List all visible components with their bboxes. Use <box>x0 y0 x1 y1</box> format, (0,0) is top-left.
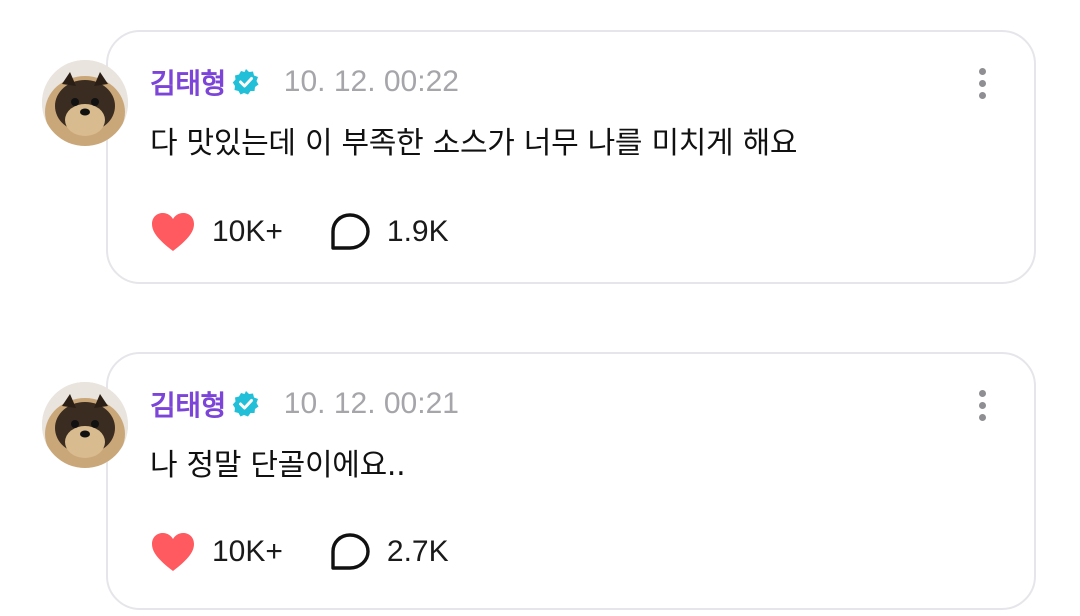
speech-bubble-icon <box>329 212 371 252</box>
post-card: 김태형 10. 12. 00:22 다 맛있는데 이 부족한 소스가 너무 나를… <box>42 30 1036 284</box>
like-button[interactable]: 10K+ <box>150 531 283 573</box>
like-count: 10K+ <box>212 215 283 248</box>
comment-button[interactable]: 1.9K <box>329 212 449 252</box>
author-name[interactable]: 김태형 <box>150 384 226 424</box>
author-name[interactable]: 김태형 <box>150 62 226 102</box>
post-timestamp: 10. 12. 00:22 <box>283 65 459 98</box>
like-count: 10K+ <box>212 535 283 568</box>
more-vertical-icon[interactable] <box>976 390 988 426</box>
post-header: 김태형 10. 12. 00:21 <box>150 384 459 424</box>
avatar[interactable] <box>42 382 128 468</box>
heart-icon <box>150 531 196 573</box>
verified-check-icon <box>232 68 260 96</box>
comment-count: 1.9K <box>386 215 449 248</box>
post-text: 나 정말 단골이에요.. <box>150 448 406 483</box>
post-header: 김태형 10. 12. 00:22 <box>150 62 459 102</box>
comment-button[interactable]: 2.7K <box>329 532 449 572</box>
like-button[interactable]: 10K+ <box>150 211 283 253</box>
speech-bubble-icon <box>329 532 371 572</box>
post-feed: 김태형 10. 12. 00:22 다 맛있는데 이 부족한 소스가 너무 나를… <box>0 0 1080 616</box>
post-timestamp: 10. 12. 00:21 <box>283 387 459 420</box>
heart-icon <box>150 211 196 253</box>
post-text: 다 맛있는데 이 부족한 소스가 너무 나를 미치게 해요 <box>150 126 798 161</box>
verified-check-icon <box>232 390 260 418</box>
avatar[interactable] <box>42 60 128 146</box>
more-vertical-icon[interactable] <box>976 68 988 104</box>
post-actions: 10K+ 2.7K <box>150 530 449 574</box>
post-actions: 10K+ 1.9K <box>150 210 449 254</box>
post-card: 김태형 10. 12. 00:21 나 정말 단골이에요.. 10K+ 2.7K <box>42 352 1036 610</box>
comment-count: 2.7K <box>386 535 449 568</box>
